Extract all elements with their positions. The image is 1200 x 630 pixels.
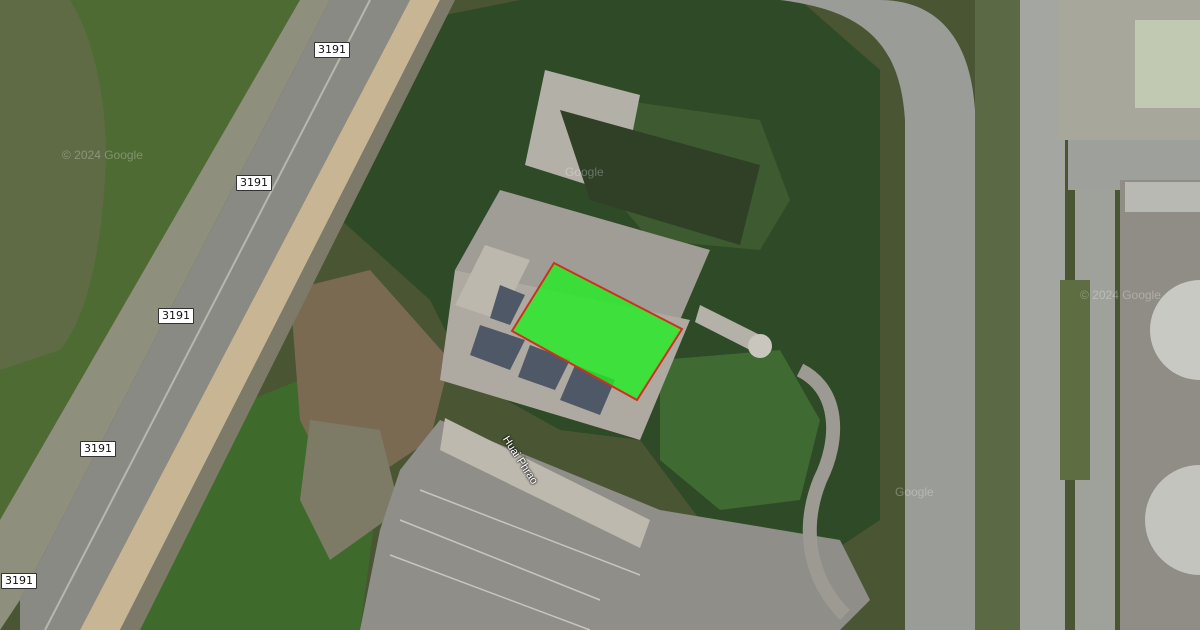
satellite-map[interactable]: © 2024 Google Google © 2024 Google Googl… [0,0,1200,630]
watermark-text: Google [565,165,604,179]
watermark-text: © 2024 Google [1080,288,1161,302]
watermark-text: Google [895,485,934,499]
watermark-text: © 2024 Google [62,148,143,162]
route-shield[interactable]: 3191 [314,42,350,58]
route-shield[interactable]: 3191 [1,573,37,589]
route-shield[interactable]: 3191 [236,175,272,191]
highlighted-parcel[interactable] [510,261,684,402]
route-shield[interactable]: 3191 [80,441,116,457]
route-shield[interactable]: 3191 [158,308,194,324]
